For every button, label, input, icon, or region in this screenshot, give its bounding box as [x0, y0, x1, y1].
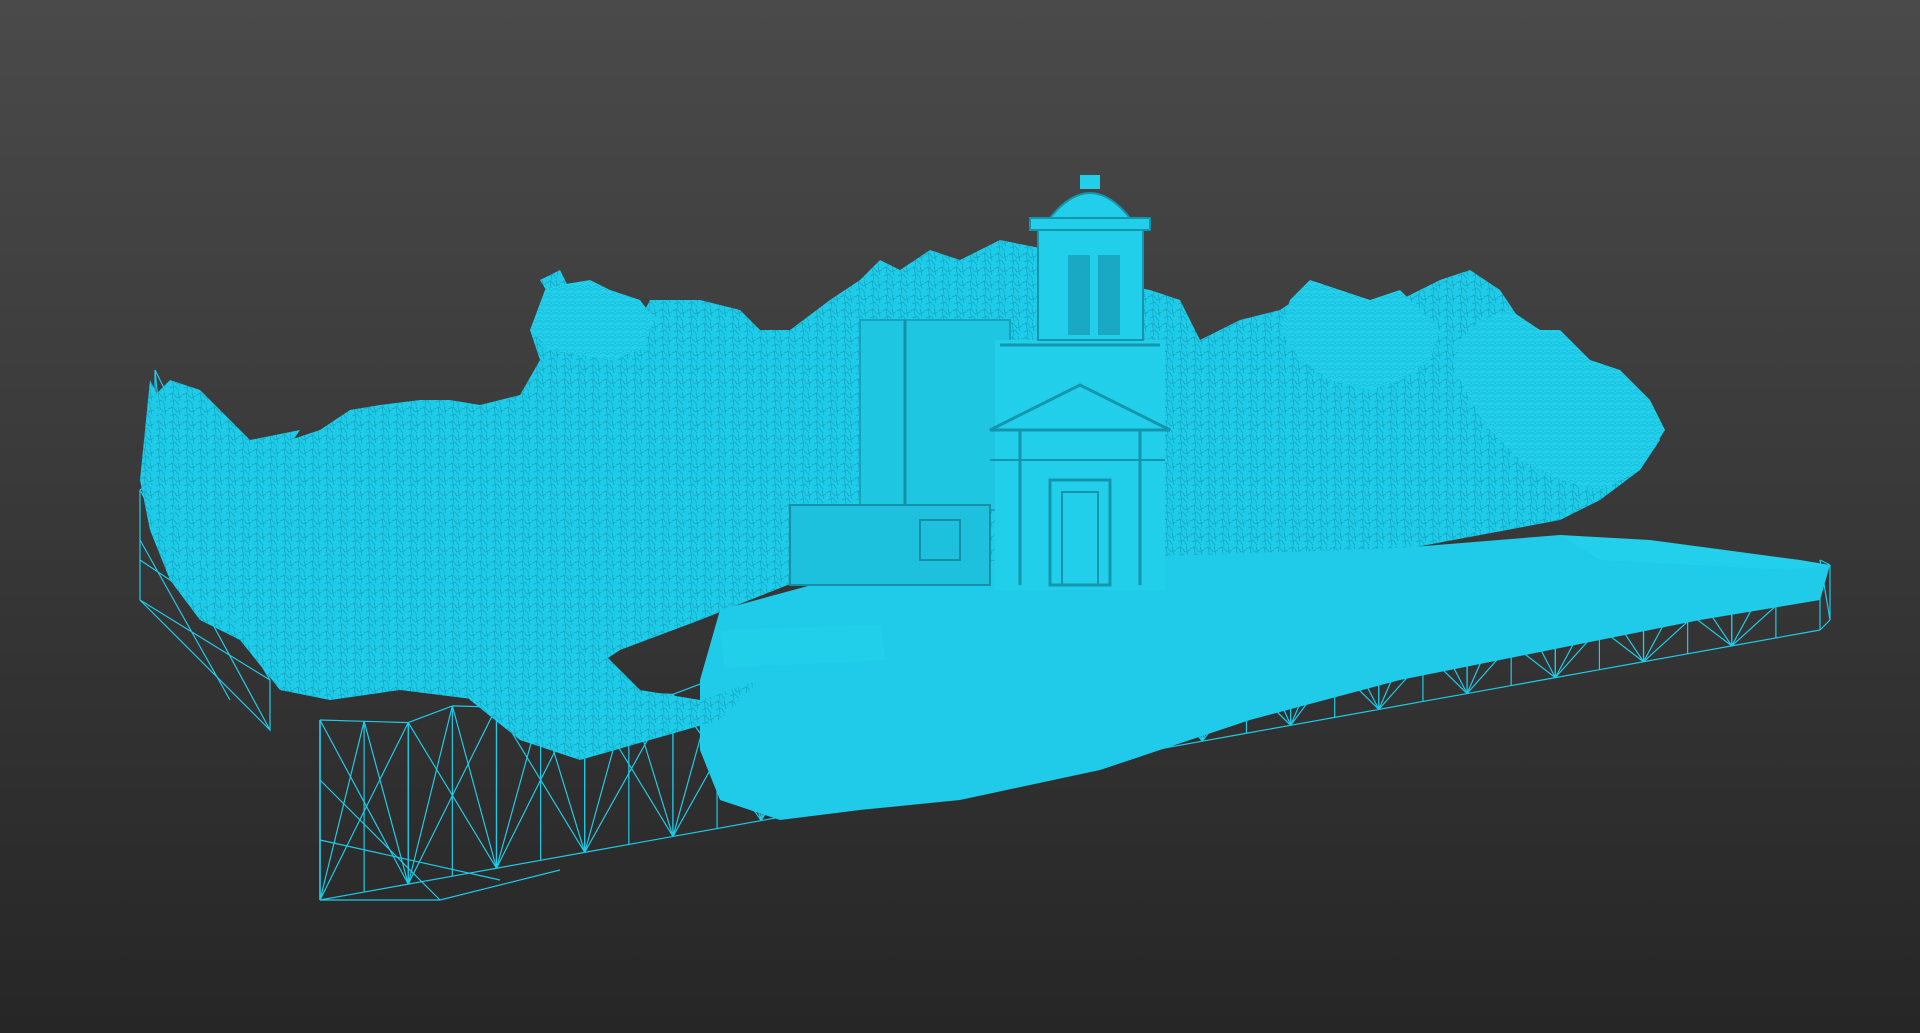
3d-viewport[interactable] — [0, 0, 1920, 1033]
mesh-edge — [1422, 692, 1468, 703]
mesh-edge — [408, 705, 453, 724]
mesh-edge — [364, 720, 409, 724]
mesh-edge — [628, 835, 674, 846]
mesh-edge — [1687, 645, 1732, 655]
mesh-edge — [319, 779, 441, 901]
mesh-edge — [319, 721, 365, 901]
mesh-edge — [439, 869, 561, 901]
mesh-edge — [451, 705, 498, 869]
mesh-edge — [1334, 708, 1379, 718]
mesh-edge — [496, 859, 541, 869]
mesh-edge — [1511, 677, 1556, 687]
mesh-edge — [408, 875, 453, 885]
mesh-edge — [363, 721, 409, 885]
mesh-edge — [716, 819, 762, 830]
mesh-edge — [1819, 619, 1831, 631]
mesh-edge — [672, 827, 718, 838]
mesh-edge — [319, 719, 365, 722]
mesh-edge — [1202, 732, 1247, 742]
mesh-edge — [319, 891, 365, 901]
mesh-edge — [364, 883, 409, 893]
mesh-edge — [1290, 716, 1335, 726]
mesh-edge — [452, 867, 497, 877]
mesh-edge — [1775, 629, 1821, 639]
mesh-edge — [540, 851, 585, 861]
wireframe-mesh-model[interactable] — [0, 0, 1920, 1033]
mesh-edge — [1599, 661, 1644, 671]
mesh-edge — [584, 843, 629, 853]
mesh-edge — [1246, 724, 1291, 734]
mesh-edge — [319, 839, 501, 881]
